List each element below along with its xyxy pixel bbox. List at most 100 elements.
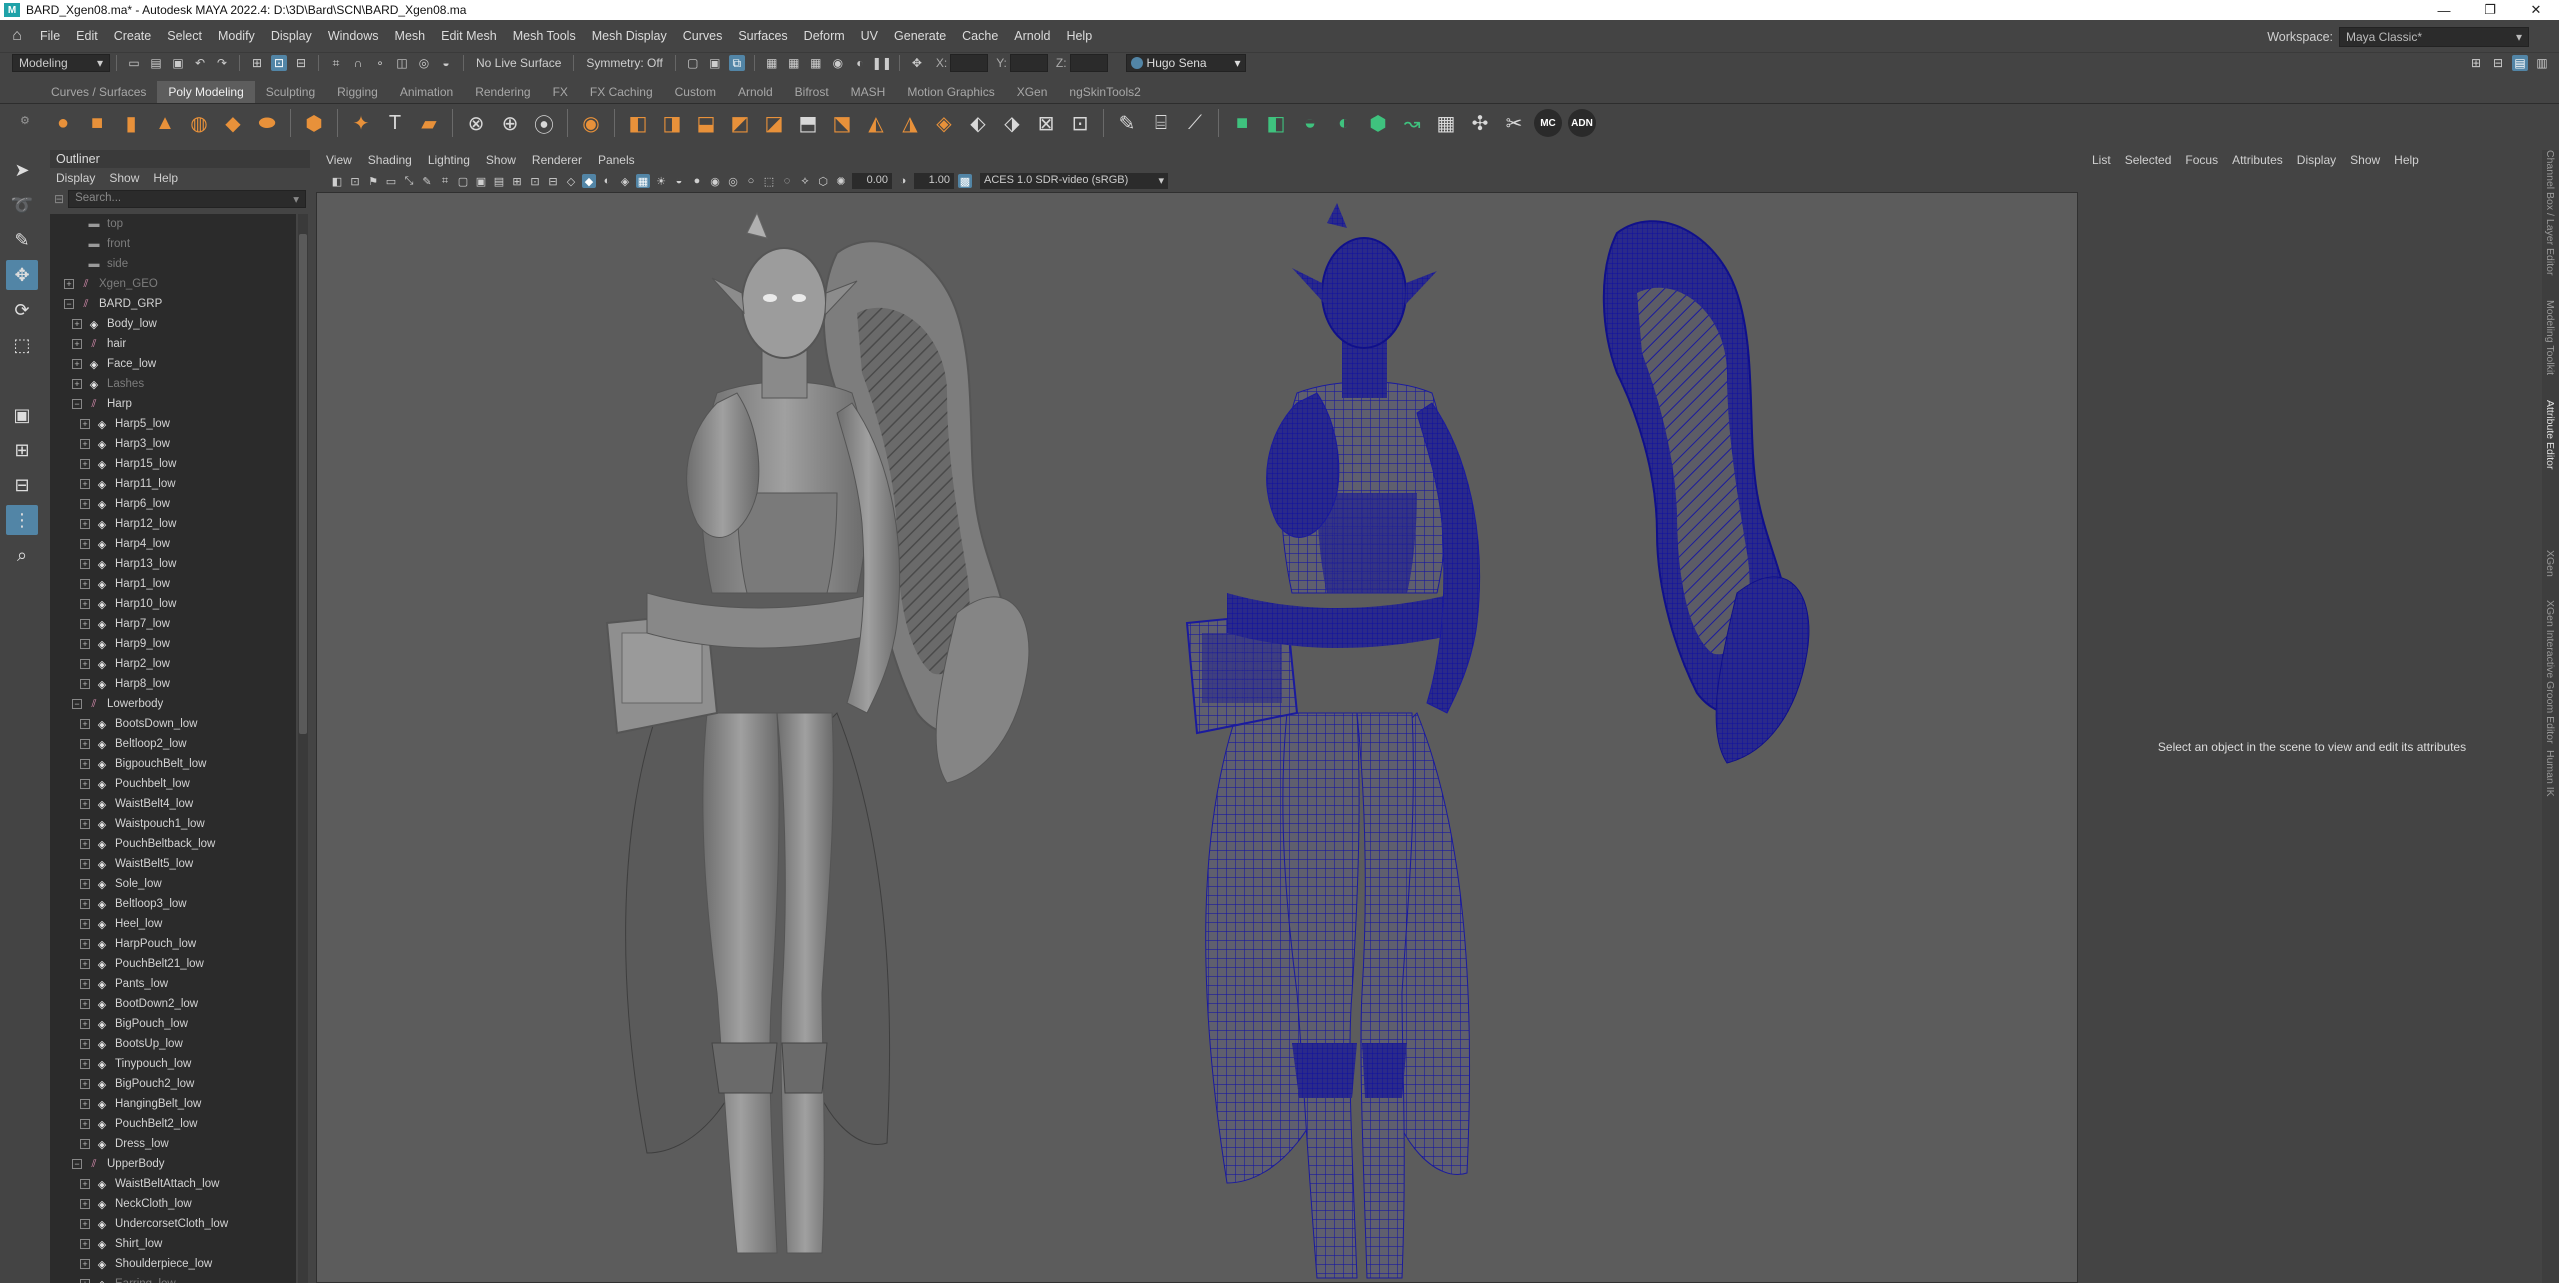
expand-icon[interactable]: + xyxy=(80,499,90,509)
outliner-menu-help[interactable]: Help xyxy=(153,171,178,185)
shelf-tab-mash[interactable]: MASH xyxy=(840,81,897,103)
image-plane-icon[interactable]: ▭ xyxy=(384,174,398,188)
expand-icon[interactable]: + xyxy=(80,1139,90,1149)
expand-icon[interactable]: + xyxy=(80,619,90,629)
open-scene-icon[interactable]: ▤ xyxy=(148,55,164,71)
expand-icon[interactable]: + xyxy=(80,1199,90,1209)
outliner-row[interactable]: + ◈ Harp3_low xyxy=(50,434,296,454)
side-tab-attribute-editor[interactable]: Attribute Editor xyxy=(2544,400,2556,469)
transform-mode-icon[interactable]: ✥ xyxy=(909,55,925,71)
outliner-row[interactable]: + ◈ Harp11_low xyxy=(50,474,296,494)
crease-icon[interactable]: ⊠ xyxy=(1032,109,1060,137)
outliner-row[interactable]: + ◈ PouchBelt2_low xyxy=(50,1114,296,1134)
four-view-layout-icon[interactable]: ⊞ xyxy=(6,435,38,465)
menu-file[interactable]: File xyxy=(32,29,68,43)
menu-windows[interactable]: Windows xyxy=(320,29,387,43)
attribute-editor-menu-focus[interactable]: Focus xyxy=(2185,153,2218,167)
attribute-editor-menu-help[interactable]: Help xyxy=(2394,153,2419,167)
spherical-map-icon[interactable]: ◐ xyxy=(1330,109,1358,137)
outliner-row[interactable]: + ◈ Harp2_low xyxy=(50,654,296,674)
move-tool-icon[interactable]: ✥ xyxy=(6,260,38,290)
smooth-icon[interactable]: ⦿ xyxy=(530,109,558,137)
scrollbar-thumb[interactable] xyxy=(299,234,307,734)
outliner-toggle-icon[interactable]: ⊟ xyxy=(2490,55,2506,71)
search-input[interactable]: Search... ▾ xyxy=(68,190,306,208)
construction-history-icon[interactable]: ⧉ xyxy=(728,55,745,71)
outliner-row[interactable]: + ◈ Heel_low xyxy=(50,914,296,934)
outliner-row[interactable]: + ◈ Beltloop2_low xyxy=(50,734,296,754)
select-component-icon[interactable]: ⊟ xyxy=(293,55,309,71)
expand-icon[interactable]: + xyxy=(64,279,74,289)
outliner-row[interactable]: + ◈ WaistBeltAttach_low xyxy=(50,1174,296,1194)
snap-curve-icon[interactable]: ∩ xyxy=(350,55,366,71)
shadows-icon[interactable]: ◒ xyxy=(672,174,686,188)
viewport-menu-lighting[interactable]: Lighting xyxy=(428,153,470,167)
minimize-button[interactable]: — xyxy=(2421,0,2467,20)
gate-mask-icon[interactable]: ▤ xyxy=(492,174,506,188)
outliner-row[interactable]: + ◈ Harp9_low xyxy=(50,634,296,654)
collapse-icon[interactable]: − xyxy=(72,1159,82,1169)
film-gate-icon[interactable]: ▢ xyxy=(456,174,470,188)
attribute-editor-menu-show[interactable]: Show xyxy=(2350,153,2380,167)
xray-joints-icon[interactable]: ⟡ xyxy=(798,174,812,188)
extrude-icon[interactable]: ◨ xyxy=(658,109,686,137)
outliner-row[interactable]: + ◈ WaistBelt5_low xyxy=(50,854,296,874)
grease-pencil-icon[interactable]: ✎ xyxy=(420,174,434,188)
shelf-tab-rendering[interactable]: Rendering xyxy=(464,81,541,103)
menu-curves[interactable]: Curves xyxy=(675,29,731,43)
outliner-row[interactable]: + ◈ BigPouch_low xyxy=(50,1014,296,1034)
render-current-frame-icon[interactable]: ▦ xyxy=(764,55,780,71)
outliner-row[interactable]: + ◈ BigPouch2_low xyxy=(50,1074,296,1094)
outliner-row[interactable]: + ⫽ Xgen_GEO xyxy=(50,274,296,294)
mc-plugin-button[interactable]: MC xyxy=(1534,109,1562,137)
workspace-dropdown[interactable]: Maya Classic* ▾ xyxy=(2339,27,2529,47)
outliner-menu-display[interactable]: Display xyxy=(56,171,95,185)
viewport-menu-show[interactable]: Show xyxy=(486,153,516,167)
shelf-tab-custom[interactable]: Custom xyxy=(664,81,727,103)
cylindrical-map-icon[interactable]: ◒ xyxy=(1296,109,1324,137)
outliner-row[interactable]: + ◈ Pouchbelt_low xyxy=(50,774,296,794)
poly-cone-icon[interactable]: ▲ xyxy=(151,109,179,137)
outliner-row[interactable]: − ⫽ Lowerbody xyxy=(50,694,296,714)
poly-torus-icon[interactable]: ◍ xyxy=(185,109,213,137)
motion-blur-icon[interactable]: ◉ xyxy=(708,174,722,188)
outliner-row[interactable]: − ⫽ Harp xyxy=(50,394,296,414)
expand-icon[interactable]: + xyxy=(80,1179,90,1189)
expand-icon[interactable]: + xyxy=(80,1279,90,1283)
live-surface-label[interactable]: No Live Surface xyxy=(476,56,561,70)
save-scene-icon[interactable]: ▣ xyxy=(170,55,186,71)
screen-space-ao-icon[interactable]: ● xyxy=(690,174,704,188)
menu-display[interactable]: Display xyxy=(263,29,320,43)
super-shape-icon[interactable]: ⬢ xyxy=(300,109,328,137)
safe-title-icon[interactable]: ⊟ xyxy=(546,174,560,188)
filter-icon[interactable]: ⊟ xyxy=(54,192,64,206)
channel-box-toggle-icon[interactable]: ▥ xyxy=(2534,55,2550,71)
outliner-row[interactable]: ▬ side xyxy=(50,254,296,274)
two-panes-layout-icon[interactable]: ⊟ xyxy=(6,470,38,500)
viewport-menu-renderer[interactable]: Renderer xyxy=(532,153,582,167)
redo-icon[interactable]: ↷ xyxy=(214,55,230,71)
side-tab-xgen[interactable]: XGen xyxy=(2544,550,2556,577)
outliner-row[interactable]: + ◈ BootDown2_low xyxy=(50,994,296,1014)
menu-cache[interactable]: Cache xyxy=(954,29,1006,43)
attribute-editor-menu-selected[interactable]: Selected xyxy=(2125,153,2172,167)
single-perspective-layout-icon[interactable]: ▣ xyxy=(6,400,38,430)
smooth-shade-icon[interactable]: ◆ xyxy=(582,174,596,188)
expand-icon[interactable]: + xyxy=(80,979,90,989)
outliner-row[interactable]: + ◈ BootsUp_low xyxy=(50,1034,296,1054)
multi-cut-icon[interactable]: ✎ xyxy=(1113,109,1141,137)
auto-map-icon[interactable]: ⬢ xyxy=(1364,109,1392,137)
menu-select[interactable]: Select xyxy=(159,29,210,43)
outliner-row[interactable]: + ◈ Sole_low xyxy=(50,874,296,894)
outliner-row[interactable]: + ◈ Harp12_low xyxy=(50,514,296,534)
safe-action-icon[interactable]: ⊡ xyxy=(528,174,542,188)
retopo-icon[interactable]: ⊡ xyxy=(1066,109,1094,137)
outliner-row[interactable]: + ◈ Harp15_low xyxy=(50,454,296,474)
circularize-icon[interactable]: ⬗ xyxy=(998,109,1026,137)
outliner-row[interactable]: + ◈ Lashes xyxy=(50,374,296,394)
outliner-row[interactable]: + ◈ Shirt_low xyxy=(50,1234,296,1254)
outliner-row[interactable]: + ⫽ hair xyxy=(50,334,296,354)
expand-icon[interactable]: + xyxy=(80,879,90,889)
perspective-viewport[interactable] xyxy=(316,192,2078,1283)
expand-icon[interactable]: + xyxy=(80,999,90,1009)
